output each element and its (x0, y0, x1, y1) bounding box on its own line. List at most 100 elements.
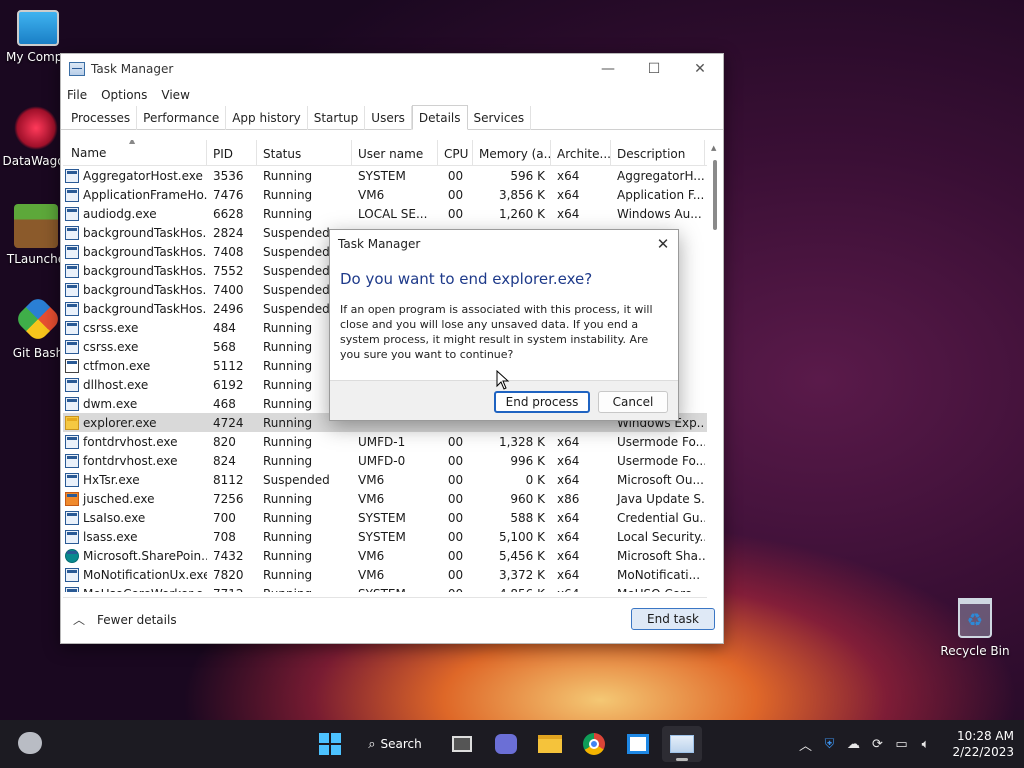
table-row[interactable]: HxTsr.exe 8112 Suspended VM6 00 0 K x64 Microso… (63, 470, 707, 489)
cell-cpu: 00 (447, 548, 464, 563)
column-header-status[interactable]: Status (257, 140, 352, 166)
maximize-button[interactable]: ☐ (631, 54, 677, 84)
desktop-icon-recycle-bin[interactable]: Recycle Bin (940, 598, 1010, 658)
end-process-button[interactable]: End process (494, 391, 590, 413)
security-shield-icon[interactable]: ⛨ (818, 737, 840, 752)
cell-status: Suspended (263, 472, 330, 487)
column-header-pid[interactable]: PID (207, 140, 257, 166)
table-row[interactable]: MoNotificationUx.exe 7820 Running VM6 00 3,37… (63, 565, 707, 584)
column-header-description[interactable]: Description (611, 140, 705, 166)
end-task-button[interactable]: End task (631, 608, 715, 630)
cell-desc: Usermode Fo... (617, 434, 705, 449)
process-name: LsaIso.exe (83, 510, 146, 525)
column-header-cpu[interactable]: CPU (438, 140, 473, 166)
tab-performance[interactable]: Performance (137, 106, 227, 130)
tab-startup[interactable]: Startup (308, 106, 366, 130)
process-name: jusched.exe (83, 491, 155, 506)
column-header-user[interactable]: User name (352, 140, 438, 166)
scrollbar-thumb[interactable] (713, 160, 717, 230)
process-icon (65, 472, 79, 487)
process-name-cell: MoUsoCoreWorker.e... (63, 586, 207, 592)
volume-icon[interactable]: 🔈︎ (914, 737, 936, 752)
chrome-button[interactable] (574, 726, 614, 762)
table-row[interactable]: fontdrvhost.exe 824 Running UMFD-0 00 996 K x6… (63, 451, 707, 470)
clock[interactable]: 10:28 AM 2/22/2023 (952, 728, 1014, 760)
tab-details[interactable]: Details (411, 105, 468, 130)
cell-user: SYSTEM (358, 168, 406, 183)
title-bar[interactable]: Task Manager — ☐ ✕ (61, 54, 723, 84)
table-row[interactable]: ApplicationFrameHo... 7476 Running VM6 00 3,8… (63, 185, 707, 204)
cell-pid: 468 (213, 396, 236, 411)
process-name: fontdrvhost.exe (83, 434, 178, 449)
process-icon (65, 415, 79, 430)
weather-widget-icon[interactable] (18, 732, 42, 754)
store-button[interactable] (618, 726, 658, 762)
chevron-up-icon[interactable]: ︿ (794, 735, 816, 754)
cell-pid: 6628 (213, 206, 244, 221)
git-bash-icon (13, 294, 63, 344)
table-row[interactable]: lsass.exe 708 Running SYSTEM 00 5,100 K x64 Loc… (63, 527, 707, 546)
process-icon (65, 548, 79, 563)
minimize-button[interactable]: — (585, 54, 631, 84)
tab-processes[interactable]: Processes (65, 106, 138, 130)
taskbar-search-button[interactable]: ⌕ Search (354, 728, 436, 760)
cell-mem: 5,100 K (498, 529, 545, 544)
tab-app-history[interactable]: App history (226, 106, 308, 130)
taskbar: ⌕ Search ︿ ⛨ ☁ ⟳ ▭ 🔈︎ 10:28 AM 2/22/2023 (0, 720, 1024, 768)
table-row[interactable]: MoUsoCoreWorker.e...7712RunningSYSTEM004… (63, 584, 707, 592)
cancel-button[interactable]: Cancel (598, 391, 668, 413)
column-header-memory[interactable]: Memory (a... (473, 140, 551, 166)
task-manager-icon (69, 62, 85, 76)
cell-mem: 0 K (525, 472, 545, 487)
onedrive-cloud-icon[interactable]: ☁ (842, 737, 864, 752)
cell-cpu: 00 (447, 434, 464, 449)
close-button[interactable]: ✕ (677, 54, 723, 84)
sort-ascending-icon: ▲ (129, 140, 136, 145)
vertical-scrollbar[interactable]: ▲ (709, 144, 721, 592)
cell-desc: Windows Au... (617, 206, 702, 221)
fewer-details-button[interactable]: ︿ Fewer details (73, 611, 177, 628)
file-explorer-button[interactable] (530, 726, 570, 762)
tab-services[interactable]: Services (468, 106, 532, 130)
process-name-cell: lsass.exe (63, 529, 207, 544)
teams-chat-button[interactable] (486, 726, 526, 762)
dialog-title-bar[interactable]: Task Manager ✕ (330, 230, 678, 258)
cell-cpu: 00 (447, 453, 464, 468)
dialog-close-icon[interactable]: ✕ (648, 230, 678, 258)
column-header-architecture[interactable]: Archite... (551, 140, 611, 166)
process-icon (65, 301, 79, 316)
task-manager-taskbar-button[interactable] (662, 726, 702, 762)
process-icon (65, 491, 79, 506)
process-icon (65, 320, 79, 335)
monitor-icon (17, 10, 59, 46)
tab-users[interactable]: Users (365, 106, 412, 130)
cell-status: Running (263, 168, 313, 183)
menu-view[interactable]: View (161, 88, 197, 102)
cell-mem: 1,328 K (498, 434, 545, 449)
table-row[interactable]: fontdrvhost.exe 820 Running UMFD-1 00 1,328 K… (63, 432, 707, 451)
table-row[interactable]: AggregatorHost.exe 3536 Running SYSTEM 00 596… (63, 166, 707, 185)
cell-status: Running (263, 567, 313, 582)
task-view-button[interactable] (442, 726, 482, 762)
process-name-cell: backgroundTaskHos... (63, 301, 207, 316)
network-icon[interactable]: ▭ (890, 737, 912, 752)
start-button[interactable] (310, 726, 350, 762)
cell-pid: 7820 (213, 567, 244, 582)
menu-options[interactable]: Options (101, 88, 155, 102)
cell-mem: 960 K (510, 491, 545, 506)
table-row[interactable]: Microsoft.SharePoin... 7432 Running VM6 00 5,… (63, 546, 707, 565)
cell-pid: 7400 (213, 282, 244, 297)
cell-cpu: 00 (447, 187, 464, 202)
table-row[interactable]: LsaIso.exe 700 Running SYSTEM 00 588 K x64 Cred… (63, 508, 707, 527)
menu-file[interactable]: File (67, 88, 95, 102)
cell-desc: Usermode Fo... (617, 453, 705, 468)
table-row[interactable]: audiodg.exe 6628 Running LOCAL SE... 00 1,260… (63, 204, 707, 223)
scroll-up-icon[interactable]: ▲ (711, 144, 716, 152)
process-name-cell: Microsoft.SharePoin... (63, 548, 207, 563)
table-row[interactable]: jusched.exe 7256 Running VM6 00 960 K x86 Java … (63, 489, 707, 508)
dialog-heading: Do you want to end explorer.exe? (340, 270, 593, 288)
process-name: ApplicationFrameHo... (83, 187, 207, 202)
process-name-cell: csrss.exe (63, 339, 207, 354)
update-sync-icon[interactable]: ⟳ (866, 737, 888, 752)
cell-arch: x64 (557, 567, 580, 582)
